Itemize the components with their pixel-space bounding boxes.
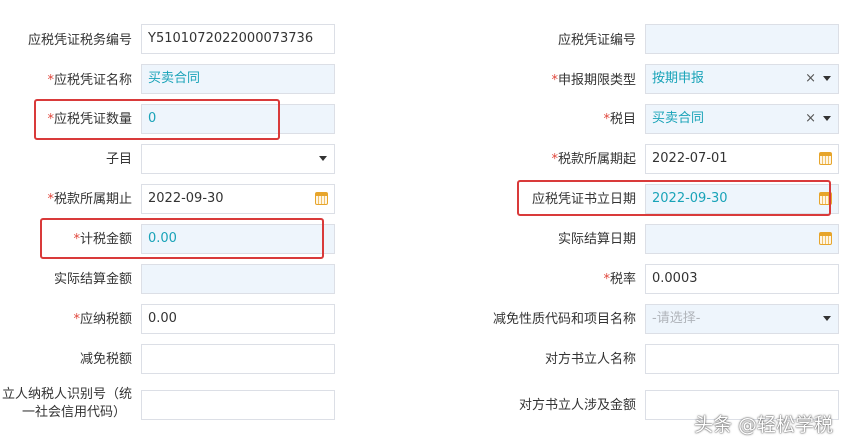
tax-item-select[interactable]: 买卖合同 × bbox=[645, 104, 839, 134]
label-text: 税目 bbox=[609, 112, 636, 127]
label-tax-voucher-number: 应税凭证编号 bbox=[557, 33, 636, 48]
label-tax-rate: *税率 bbox=[420, 264, 636, 296]
chevron-down-icon[interactable] bbox=[823, 116, 831, 121]
chevron-down-icon[interactable] bbox=[823, 76, 831, 81]
label-text: 税款所属期起 bbox=[557, 152, 636, 167]
label-tax-reduction: 减免税额 bbox=[79, 352, 132, 367]
label-tax-voucher-name: *应税凭证名称 bbox=[0, 65, 132, 97]
counterparty-name-field[interactable] bbox=[645, 344, 839, 374]
label-text: 税率 bbox=[609, 272, 636, 287]
filing-period-type-select[interactable]: 按期申报 × bbox=[645, 64, 839, 94]
actual-settlement-date-field[interactable] bbox=[645, 224, 839, 254]
tax-reduction-field[interactable] bbox=[141, 344, 335, 374]
actual-settlement-amount-field[interactable] bbox=[141, 264, 335, 294]
filing-period-type-value: 按期申报 bbox=[652, 71, 705, 86]
sub-item-select[interactable] bbox=[141, 144, 335, 174]
label-actual-settlement-date: 实际结算日期 bbox=[557, 232, 636, 247]
label-text: 税款所属期止 bbox=[53, 192, 132, 207]
label-text: 申报期限类型 bbox=[557, 73, 636, 88]
tax-period-start-value: 2022-07-01 bbox=[652, 151, 728, 166]
exemption-code-placeholder: -请选择- bbox=[652, 311, 701, 326]
calendar-icon[interactable] bbox=[819, 152, 832, 165]
tax-voucher-number-field[interactable] bbox=[645, 24, 839, 54]
highlight-box-taxable-amount bbox=[40, 218, 324, 259]
clear-icon[interactable]: × bbox=[805, 65, 816, 93]
highlight-box-quantity bbox=[34, 99, 280, 140]
label-counterparty-name: 对方书立人名称 bbox=[544, 352, 636, 367]
tax-payable-field[interactable]: 0.00 bbox=[141, 304, 335, 334]
label-tax-payable: *应纳税额 bbox=[0, 304, 132, 336]
calendar-icon[interactable] bbox=[315, 192, 328, 205]
label-tax-item: *税目 bbox=[420, 104, 636, 136]
tax-period-start-field[interactable]: 2022-07-01 bbox=[645, 144, 839, 174]
label-text: 应纳税额 bbox=[79, 312, 132, 327]
tax-period-end-value: 2022-09-30 bbox=[148, 191, 224, 206]
label-exemption-code: 减免性质代码和项目名称 bbox=[492, 312, 636, 327]
label-tax-period-start: *税款所属期起 bbox=[420, 144, 636, 176]
watermark: 头条 @轻松学税 bbox=[693, 414, 833, 436]
tax-period-end-field[interactable]: 2022-09-30 bbox=[141, 184, 335, 214]
label-taxpayer-id: 立人纳税人识别号（统 一社会信用代码） bbox=[0, 386, 132, 426]
label-line-2: 一社会信用代码） bbox=[21, 405, 126, 420]
label-sub-item: 子目 bbox=[105, 152, 132, 167]
label-counterparty-amount: 对方书立人涉及金额 bbox=[518, 398, 636, 413]
label-tax-voucher-tax-number: 应税凭证税务编号 bbox=[27, 33, 132, 48]
exemption-code-select[interactable]: -请选择- bbox=[645, 304, 839, 334]
label-line-1: 立人纳税人识别号（统 bbox=[1, 387, 132, 402]
highlight-box-issue-date bbox=[517, 180, 831, 216]
label-text: 应税凭证名称 bbox=[53, 73, 132, 88]
tax-voucher-name-field[interactable]: 买卖合同 bbox=[141, 64, 335, 94]
tax-item-value: 买卖合同 bbox=[652, 111, 705, 126]
label-actual-settlement-amount: 实际结算金额 bbox=[53, 272, 132, 287]
chevron-down-icon[interactable] bbox=[319, 156, 327, 161]
label-tax-period-end: *税款所属期止 bbox=[0, 184, 132, 216]
tax-rate-field[interactable]: 0.0003 bbox=[645, 264, 839, 294]
label-filing-period-type: *申报期限类型 bbox=[420, 65, 636, 97]
calendar-icon[interactable] bbox=[819, 232, 832, 245]
taxpayer-id-field[interactable] bbox=[141, 390, 335, 420]
clear-icon[interactable]: × bbox=[805, 105, 816, 133]
tax-voucher-tax-number-field[interactable]: Y5101072022000073736 bbox=[141, 24, 335, 54]
chevron-down-icon[interactable] bbox=[823, 316, 831, 321]
